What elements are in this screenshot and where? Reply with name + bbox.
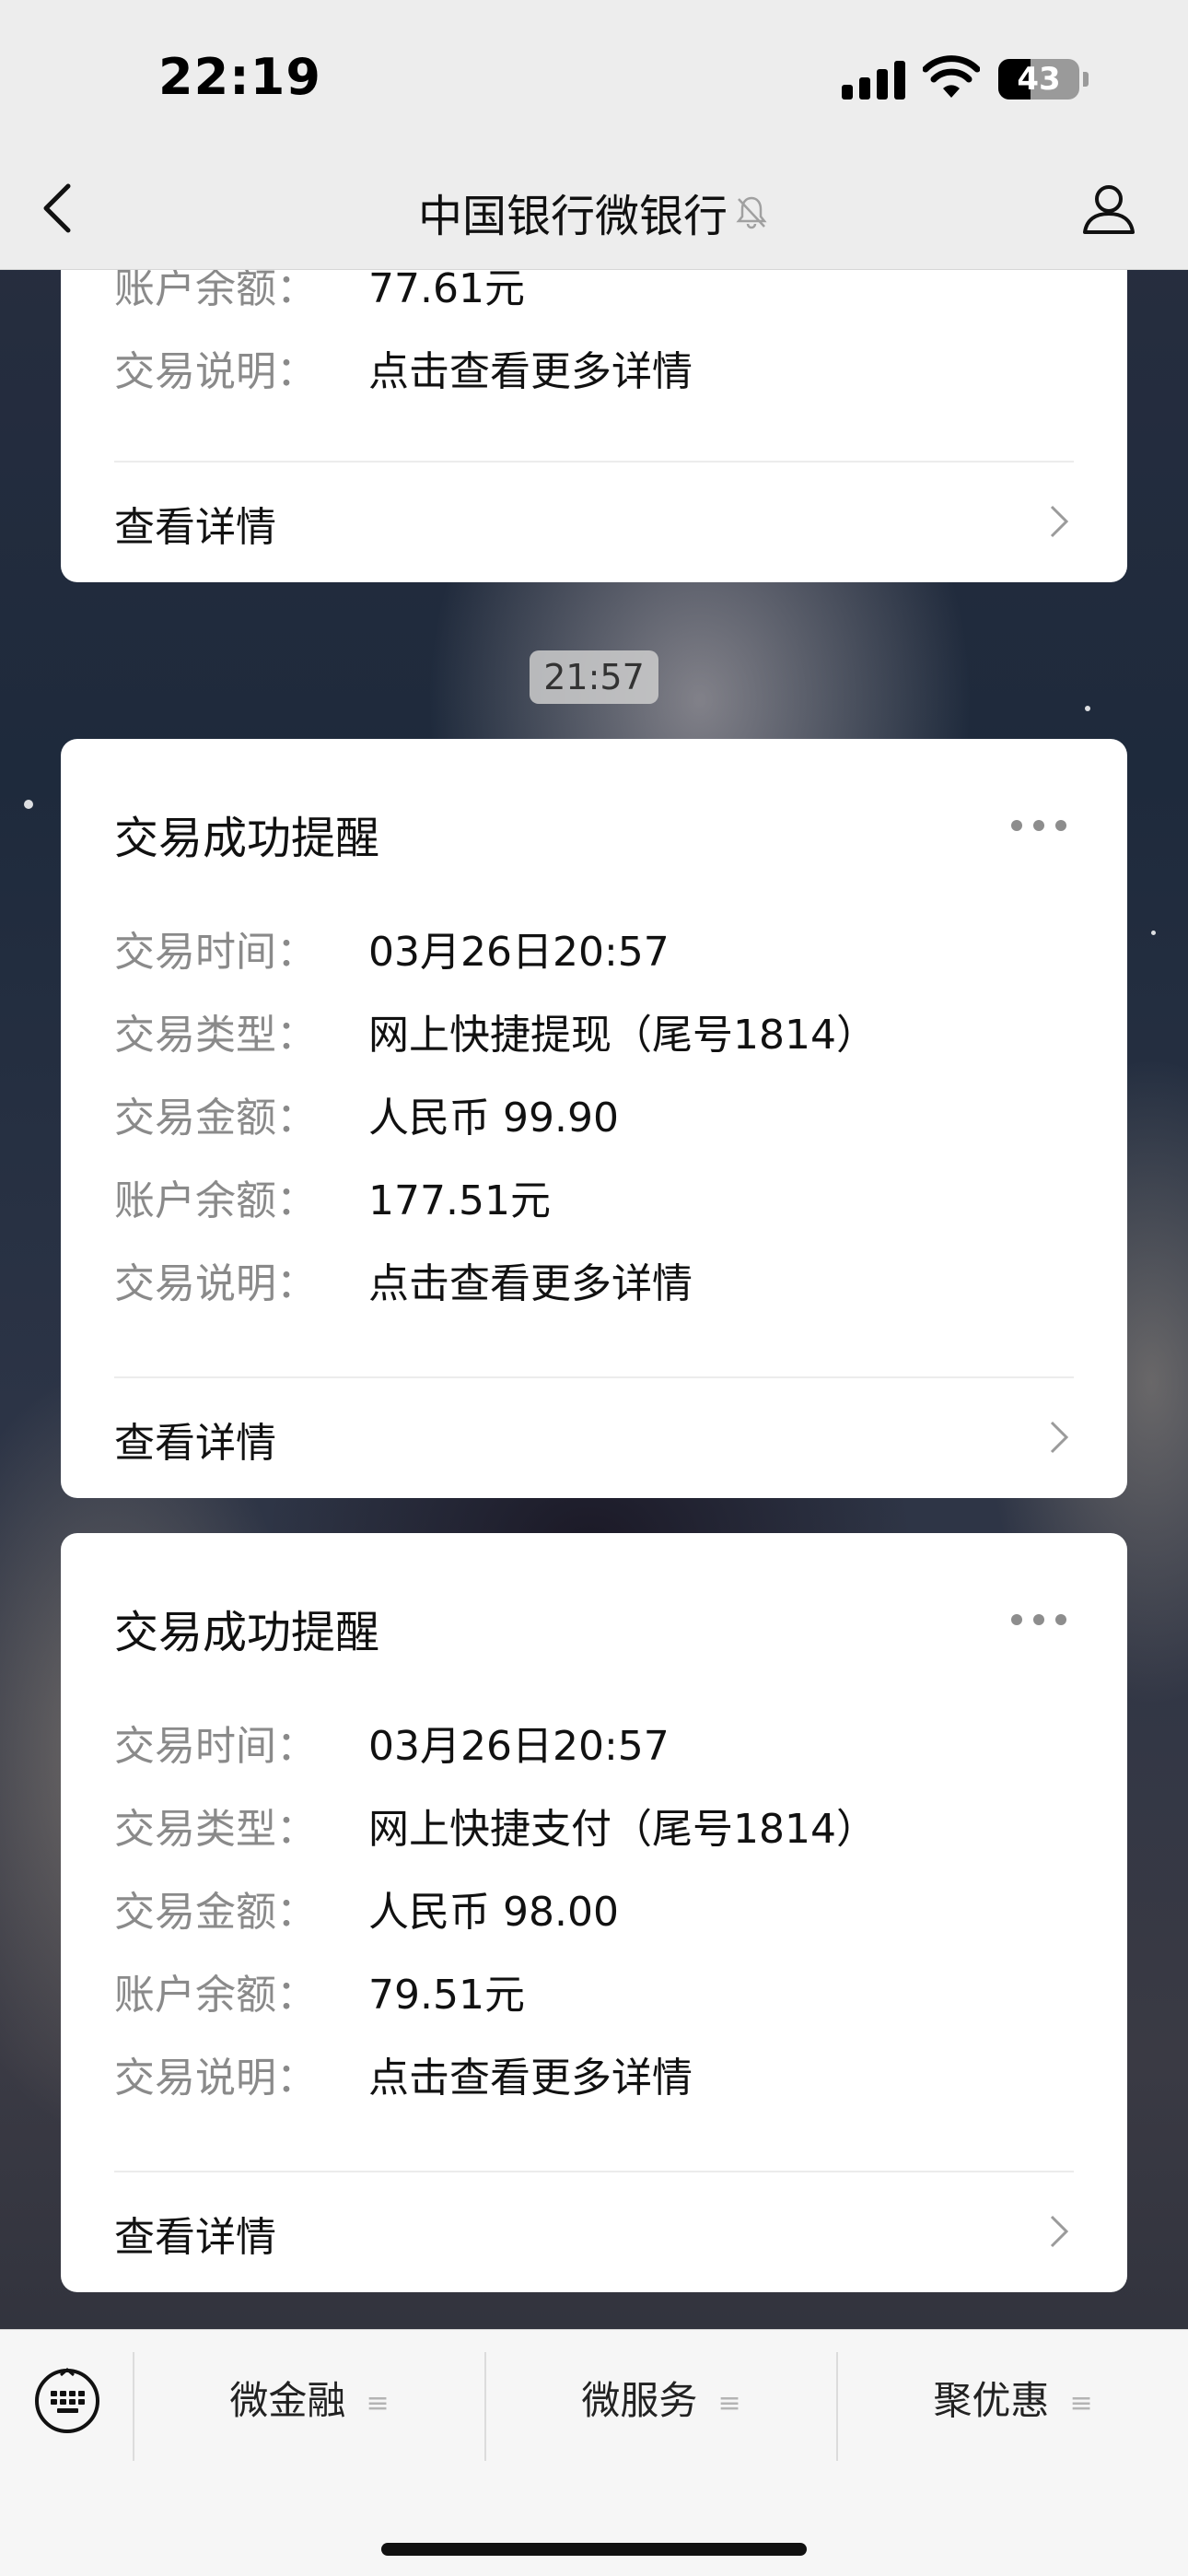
chat-screen: 账户余额： 77.61元 交易说明： 点击查看更多详情 查看详情 21:57 交… [0,0,1188,2576]
detail-row: 交易说明： 点击查看更多详情 [114,345,693,400]
wifi-icon [923,55,980,98]
menu-wei-fuwu[interactable]: 微服务 ≡ [486,2367,836,2435]
row-value: 点击查看更多详情 [368,348,693,395]
view-details-button[interactable]: 查看详情 [61,463,1127,573]
card-title: 交易成功提醒 [114,1607,380,1658]
view-details-label: 查看详情 [114,504,276,551]
detail-row: 交易金额： 人民币 99.90 [114,1091,619,1146]
row-key: 交易时间： [114,929,317,976]
home-indicator[interactable] [381,2543,807,2556]
row-key: 交易金额： [114,1889,317,1936]
wallpaper-star [1085,706,1090,711]
row-key: 交易时间： [114,1723,317,1770]
row-value: 79.51元 [368,1972,525,2019]
detail-row: 账户余额： 77.61元 [114,262,525,317]
row-value: 人民币 99.90 [368,1095,619,1142]
row-value: 03月26日20:57 [368,929,670,976]
menu-ju-youhui[interactable]: 聚优惠 ≡ [838,2367,1188,2435]
row-value: 点击查看更多详情 [368,2055,693,2102]
menu-label: 微金融 [229,2378,346,2423]
row-key: 交易说明： [114,1260,317,1307]
view-details-label: 查看详情 [114,1420,276,1467]
more-options-icon[interactable] [1011,1614,1066,1627]
card-title: 交易成功提醒 [114,813,380,864]
bottom-menu-bar: 微金融 ≡ 微服务 ≡ 聚优惠 ≡ [0,2329,1188,2576]
menu-lines-icon: ≡ [1069,2386,1093,2419]
message-timestamp: 21:57 [530,650,658,704]
detail-row: 交易时间： 03月26日20:57 [114,925,670,980]
row-key: 交易类型： [114,1806,317,1853]
keyboard-icon[interactable] [33,2367,101,2435]
view-details-button[interactable]: 查看详情 [61,2172,1127,2283]
chat-title: 中国银行微银行 [417,191,728,242]
detail-row: 交易说明： 点击查看更多详情 [114,1257,693,1312]
chevron-right-icon [1050,2215,1069,2248]
row-value: 网上快捷提现（尾号1814） [368,1012,877,1059]
wallpaper-star [1151,931,1156,935]
row-value: 人民币 98.00 [368,1889,619,1936]
row-key: 交易金额： [114,1095,317,1142]
view-details-label: 查看详情 [114,2214,276,2261]
more-options-icon[interactable] [1011,820,1066,833]
battery-level: 43 [1017,61,1061,98]
person-icon[interactable] [1079,179,1138,238]
detail-row: 交易金额： 人民币 98.00 [114,1885,619,1940]
detail-row: 账户余额： 79.51元 [114,1968,525,2023]
row-value: 网上快捷支付（尾号1814） [368,1806,877,1853]
detail-row: 交易时间： 03月26日20:57 [114,1719,670,1774]
battery-icon: 43 [998,59,1079,100]
detail-row: 账户余额： 177.51元 [114,1174,551,1229]
chevron-right-icon [1050,1421,1069,1454]
view-details-button[interactable]: 查看详情 [61,1378,1127,1489]
detail-row: 交易说明： 点击查看更多详情 [114,2051,693,2106]
wallpaper-star [24,800,33,809]
row-key: 账户余额： [114,265,317,312]
row-key: 交易类型： [114,1012,317,1059]
row-key: 账户余额： [114,1972,317,2019]
menu-label: 聚优惠 [933,2378,1050,2423]
transaction-card: 交易成功提醒 交易时间： 03月26日20:57 交易类型： 网上快捷支付（尾号… [61,1533,1127,2292]
detail-row: 交易类型： 网上快捷提现（尾号1814） [114,1008,877,1063]
row-value: 03月26日20:57 [368,1723,670,1770]
row-key: 交易说明： [114,2055,317,2102]
chevron-right-icon [1050,505,1069,538]
row-key: 账户余额： [114,1177,317,1224]
row-value: 177.51元 [368,1177,551,1224]
status-time: 22:19 [158,48,321,106]
menu-wei-jinrong[interactable]: 微金融 ≡ [134,2367,484,2435]
row-value: 77.61元 [368,265,525,312]
chat-title-bar: 中国银行微银行 [0,180,1188,244]
menu-label: 微服务 [581,2378,698,2423]
bell-muted-icon [736,196,767,229]
row-value: 点击查看更多详情 [368,1260,693,1307]
transaction-card-partial: 账户余额： 77.61元 交易说明： 点击查看更多详情 查看详情 [61,249,1127,582]
menu-lines-icon: ≡ [717,2386,741,2419]
transaction-card: 交易成功提醒 交易时间： 03月26日20:57 交易类型： 网上快捷提现（尾号… [61,739,1127,1498]
cellular-signal-icon [842,59,906,100]
top-bar: 22:19 43 中国银行微银行 [0,0,1188,270]
menu-lines-icon: ≡ [366,2386,390,2419]
row-key: 交易说明： [114,348,317,395]
battery-tip [1083,72,1089,87]
detail-row: 交易类型： 网上快捷支付（尾号1814） [114,1802,877,1857]
